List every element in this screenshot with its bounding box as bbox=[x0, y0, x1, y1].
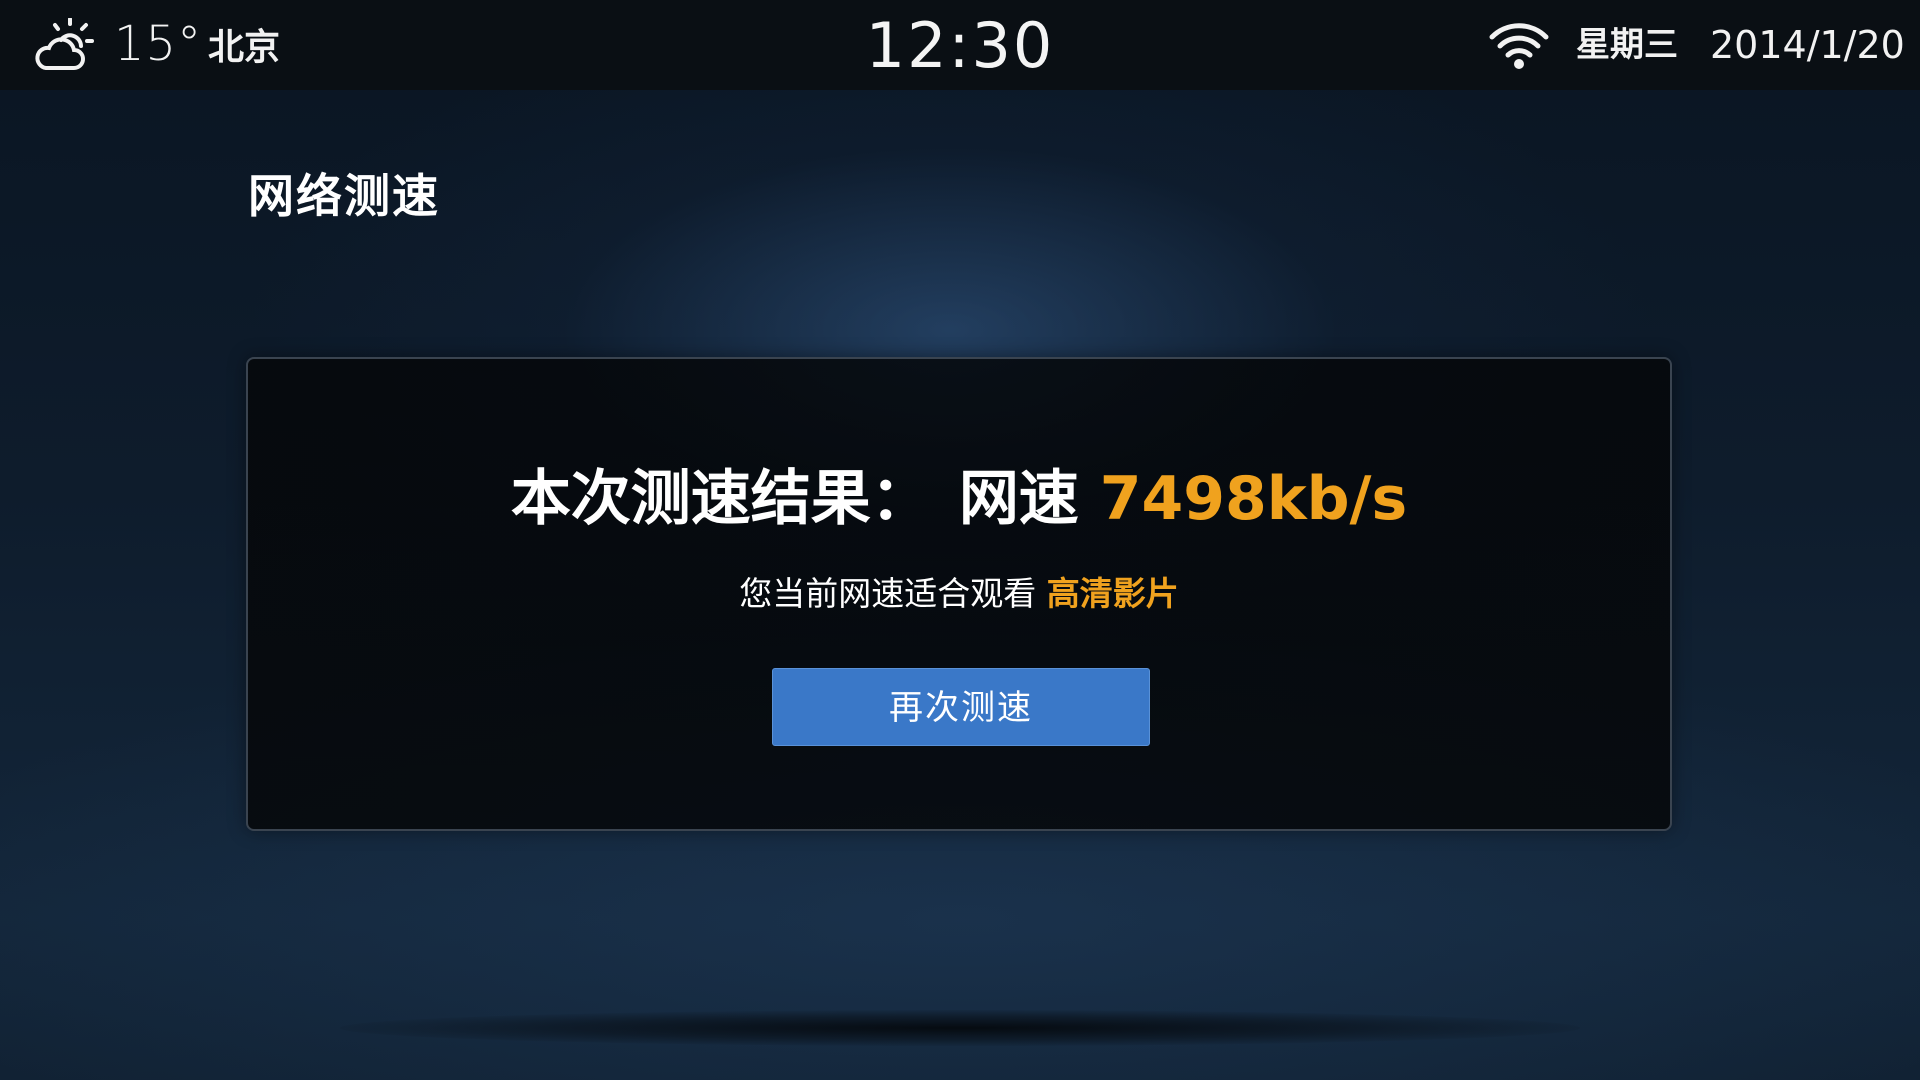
speed-test-result-panel: 本次测速结果： 网速 7498kb/s 您当前网速适合观看 高清影片 再次测速 bbox=[246, 357, 1672, 831]
date: 2014/1/20 bbox=[1710, 23, 1905, 67]
speed-label: 网速 bbox=[958, 464, 1079, 534]
result-headline: 本次测速结果： 网速 7498kb/s bbox=[248, 459, 1670, 539]
city-name: 北京 bbox=[208, 27, 281, 68]
suggestion-prefix: 您当前网速适合观看 bbox=[739, 574, 1037, 613]
floor-shadow bbox=[340, 1010, 1580, 1046]
temperature: 15° bbox=[114, 16, 203, 72]
suggested-quality: 高清影片 bbox=[1046, 574, 1179, 613]
result-prefix: 本次测速结果： bbox=[510, 464, 931, 534]
speed-value: 7498kb/s bbox=[1099, 464, 1408, 534]
wifi-icon bbox=[1489, 23, 1549, 69]
retest-button[interactable]: 再次测速 bbox=[772, 668, 1150, 746]
result-suggestion: 您当前网速适合观看 高清影片 bbox=[248, 571, 1670, 617]
clock: 12:30 bbox=[865, 9, 1055, 82]
weekday: 星期三 bbox=[1576, 25, 1678, 65]
screen: 15° 北京 12:30 星期三 2014/1/20 网络测速 本次测速结果： 网… bbox=[0, 0, 1920, 1080]
status-bar: 15° 北京 12:30 星期三 2014/1/20 bbox=[0, 0, 1920, 90]
page-title: 网络测速 bbox=[248, 169, 440, 223]
partly-cloudy-icon bbox=[35, 18, 94, 70]
